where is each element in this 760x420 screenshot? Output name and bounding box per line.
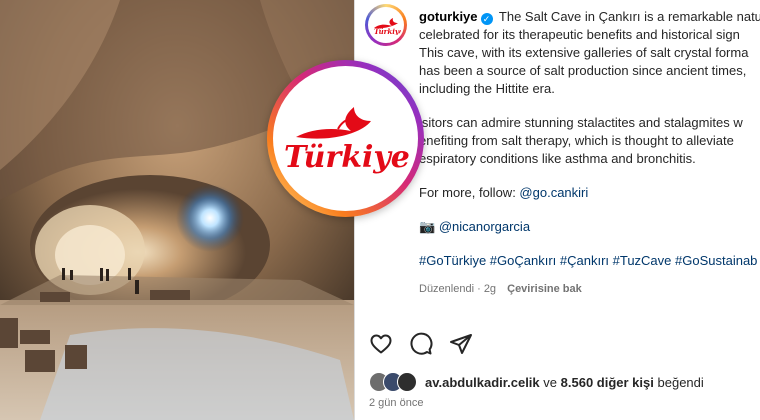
like-heart-icon[interactable] <box>369 332 393 356</box>
likes-connector: ve <box>543 374 558 390</box>
caption-line-5: including the Hittite era. <box>419 81 555 96</box>
photo-credit-link[interactable]: @nicanorgarcia <box>439 219 530 234</box>
salt-cave-photo <box>0 0 354 420</box>
turkiye-logo-icon: Türkiye <box>284 106 410 175</box>
post-details-panel: Türkiye goturkiye ✓ The Salt Cave in Çank… <box>355 0 760 420</box>
caption-p2-line-3: espiratory conditions like asthma and br… <box>419 151 696 166</box>
caption-p2-line-2: enefiting from salt therapy, which is th… <box>419 133 734 148</box>
action-bar <box>369 332 473 356</box>
post-caption: goturkiye ✓ The Salt Cave in Çankırı is a… <box>419 8 760 270</box>
logo-wordmark: Türkiye <box>284 140 410 175</box>
caption-line-3: This cave, with its extensive galleries … <box>419 45 749 60</box>
caption-line-4: has been a source of salt production sin… <box>419 63 747 78</box>
post-image[interactable] <box>0 0 354 420</box>
share-icon[interactable] <box>449 332 473 356</box>
comment-icon[interactable] <box>409 332 433 356</box>
post-timestamp[interactable]: 2 gün önce <box>369 397 423 409</box>
camera-icon: 📷 <box>419 219 436 234</box>
caption-line-1: The Salt Cave in Çankırı is a remarkable… <box>498 9 760 24</box>
follow-handle-link[interactable]: @go.cankiri <box>519 185 588 200</box>
verified-badge-icon: ✓ <box>480 13 493 25</box>
svg-text:Türkiye: Türkiye <box>374 27 401 35</box>
first-liker-username[interactable]: av.abdulkadir.celik <box>425 375 540 390</box>
caption-p2-line-1: isitors can admire stunning stalactites … <box>419 115 743 130</box>
liker-avatar <box>397 372 417 392</box>
hashtags-link[interactable]: #GoTürkiye #GoÇankırı #Çankırı #TuzCave … <box>419 253 757 268</box>
turkiye-logo-overlay: Türkiye <box>267 60 424 217</box>
author-username[interactable]: goturkiye <box>419 9 478 24</box>
liker-avatars[interactable] <box>369 372 421 392</box>
caption-line-2: celebrated for its therapeutic benefits … <box>419 27 740 42</box>
turkiye-logo-icon: Türkiye <box>374 18 401 35</box>
follow-prefix: For more, follow: <box>419 185 520 200</box>
edited-time: Düzenlendi · 2g <box>419 283 497 295</box>
author-avatar[interactable]: Türkiye <box>365 4 407 46</box>
see-translation-button[interactable]: Çevirisine bak <box>507 283 582 295</box>
likes-row: av.abdulkadir.celik ve 8.560 diğer kişi … <box>369 372 704 392</box>
post-meta: Düzenlendi · 2g Çevirisine bak <box>419 283 582 295</box>
likes-count-link[interactable]: 8.560 diğer kişi <box>561 375 654 390</box>
likes-suffix: beğendi <box>657 374 704 390</box>
